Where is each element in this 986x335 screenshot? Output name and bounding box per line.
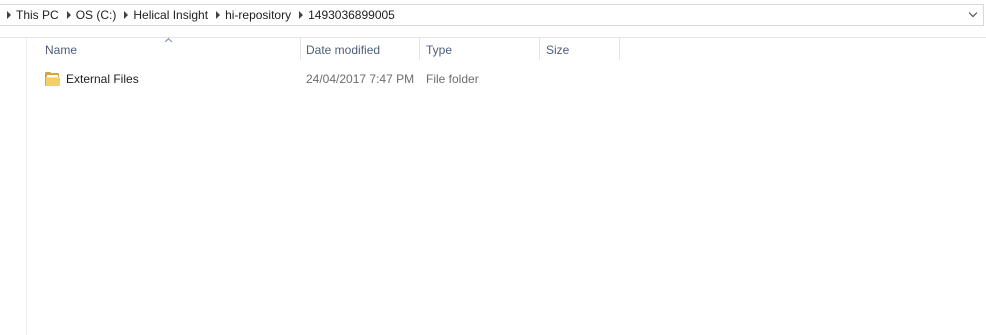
file-name-cell: External Files (45, 68, 139, 90)
folder-icon (45, 72, 61, 86)
column-header-size[interactable]: Size (540, 38, 620, 62)
breadcrumb-item-this-pc[interactable]: This PC (15, 5, 63, 25)
breadcrumb-item-hi-repository[interactable]: hi-repository (224, 5, 295, 25)
address-history-dropdown-button[interactable] (965, 5, 981, 25)
breadcrumb-separator-icon[interactable] (212, 5, 224, 25)
file-name: External Files (66, 72, 139, 86)
breadcrumb-item-helical-insight[interactable]: Helical Insight (132, 5, 212, 25)
column-header-date-modified[interactable]: Date modified (300, 38, 420, 62)
breadcrumb-separator-icon[interactable] (295, 5, 307, 25)
breadcrumb-item-os-c[interactable]: OS (C:) (75, 5, 121, 25)
column-divider[interactable] (619, 38, 620, 60)
breadcrumb-separator-icon[interactable] (63, 5, 75, 25)
file-date-modified: 24/04/2017 7:47 PM (306, 72, 415, 86)
breadcrumb: This PC OS (C:) Helical Insight hi-repos… (0, 5, 965, 25)
breadcrumb-root-arrow-icon[interactable] (3, 5, 15, 25)
column-header-name[interactable]: Name (39, 38, 300, 62)
address-bar[interactable]: This PC OS (C:) Helical Insight hi-repos… (0, 4, 984, 26)
list-item[interactable]: External Files 24/04/2017 7:47 PM File f… (27, 68, 587, 90)
chevron-down-icon (968, 8, 978, 18)
breadcrumb-separator-icon[interactable] (120, 5, 132, 25)
file-type: File folder (426, 72, 479, 86)
column-header-type[interactable]: Type (420, 38, 540, 62)
column-header-row: Name Date modified Type Size (27, 37, 627, 62)
breadcrumb-item-current-folder[interactable]: 1493036899005 (307, 5, 399, 25)
